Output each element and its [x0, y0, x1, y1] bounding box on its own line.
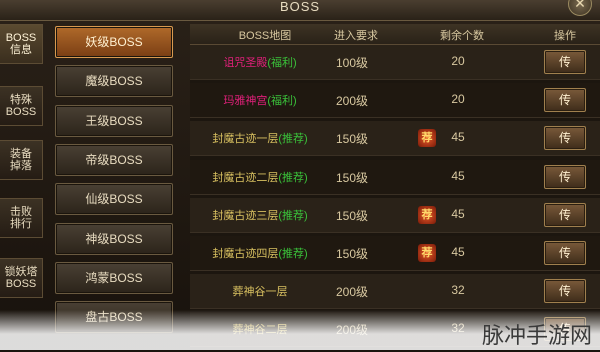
table-header: BOSS地图 进入要求 剩余个数 操作	[190, 24, 600, 45]
teleport-button[interactable]: 传	[544, 50, 586, 74]
header-map: BOSS地图	[238, 30, 292, 42]
map-tag: (福利)	[267, 57, 297, 69]
requirement-cell: 150级	[335, 132, 369, 147]
map-cell: 封魔古迹三层(推荐)	[190, 207, 330, 223]
requirement-cell: 100级	[335, 56, 369, 70]
map-cell: 诅咒圣殿(福利)	[190, 54, 330, 70]
table-row: 诅咒圣殿(福利) 100级 20 传	[190, 45, 600, 80]
requirement-cell: 200级	[335, 285, 369, 300]
map-cell: 封魔古迹四层(推荐)	[190, 245, 330, 261]
header-action: 操作	[554, 30, 576, 42]
boss-type-list: 妖级BOSS 魔级BOSS 王级BOSS 帝级BOSS 仙级BOSS 神级BOSS 鸿蒙BO…	[48, 22, 180, 352]
teleport-button[interactable]: 传	[544, 164, 586, 189]
map-cell: 封魔古迹一层(推荐)	[190, 130, 330, 146]
teleport-button[interactable]: 传	[544, 202, 586, 227]
map-name: 诅咒圣殿	[223, 57, 268, 69]
remaining-cell: 45	[451, 168, 465, 183]
table-row: 玛雅神宫(福利) 200级 20 传	[190, 83, 600, 119]
remaining-cell: 32	[451, 283, 465, 298]
map-tag: (推荐)	[278, 248, 308, 260]
map-name: 葬神谷一层	[232, 286, 288, 299]
watermark-text: 脉冲手游网	[481, 324, 592, 349]
teleport-button[interactable]: 传	[544, 241, 586, 265]
teleport-button[interactable]: 传	[544, 279, 586, 304]
header-remaining: 剩余个数	[440, 30, 484, 42]
requirement-cell: 150级	[335, 208, 369, 223]
table-row: 封魔古迹四层(推荐) 150级荐 45 传	[190, 236, 600, 271]
side-tab[interactable]: 特殊 BOSS	[0, 86, 43, 126]
requirement-cell: 200级	[335, 94, 369, 109]
map-name: 封魔古迹二层	[212, 171, 279, 184]
action-cell: 传	[530, 126, 600, 151]
action-cell: 传	[530, 164, 600, 189]
boss-type-button[interactable]: 鸿蒙BOSS	[55, 261, 173, 294]
table-row: 封魔古迹一层(推荐) 150级荐 45 传	[190, 121, 600, 157]
boss-type-button[interactable]: 帝级BOSS	[55, 143, 173, 176]
boss-table: BOSS地图 进入要求 剩余个数 操作 诅咒圣殿(福利) 100级 20 传玛雅神宫(…	[190, 24, 600, 350]
table-row: 封魔古迹三层(推荐) 150级荐 45 传	[190, 197, 600, 233]
map-name: 玛雅神宫	[223, 95, 268, 108]
action-cell: 传	[530, 88, 600, 113]
boss-type-button[interactable]: 妖级BOSS	[55, 26, 173, 58]
boss-type-button[interactable]: 神级BOSS	[55, 222, 173, 255]
action-cell: 传	[530, 202, 600, 227]
map-tag: (推荐)	[278, 133, 308, 146]
map-name: 封魔古迹三层	[212, 209, 279, 222]
remaining-cell: 45	[451, 245, 465, 259]
side-tab[interactable]: BOSS 信息	[0, 24, 43, 64]
map-cell: 葬神谷一层	[190, 283, 330, 299]
side-tab[interactable]: 击败 排行	[0, 198, 43, 238]
side-tab[interactable]: 装备 掉落	[0, 140, 43, 180]
remaining-cell: 20	[451, 92, 465, 107]
action-cell: 传	[530, 50, 600, 74]
action-cell: 传	[530, 241, 600, 265]
remaining-cell: 20	[451, 54, 465, 68]
side-tab[interactable]: 锁妖塔 BOSS	[0, 258, 43, 298]
map-tag: (福利)	[267, 95, 297, 108]
map-tag: (推荐)	[278, 209, 308, 222]
requirement-cell: 150级	[335, 170, 369, 185]
teleport-button[interactable]: 传	[544, 126, 586, 151]
map-name: 封魔古迹四层	[212, 248, 279, 260]
map-tag: (推荐)	[278, 171, 308, 184]
table-row: 封魔古迹二层(推荐) 150级 45 传	[190, 159, 600, 195]
title-bar: BOSS ✕	[0, 0, 600, 21]
teleport-button[interactable]: 传	[544, 88, 586, 113]
remaining-cell: 45	[451, 130, 465, 145]
map-cell: 封魔古迹二层(推荐)	[190, 169, 330, 185]
remaining-cell: 45	[451, 206, 465, 221]
header-requirement: 进入要求	[334, 30, 378, 42]
map-name: 封魔古迹一层	[212, 133, 279, 146]
boss-type-button[interactable]: 魔级BOSS	[55, 65, 173, 98]
table-row: 葬神谷一层 200级 32 传	[190, 274, 600, 310]
boss-type-button[interactable]: 仙级BOSS	[55, 183, 173, 216]
boss-type-button[interactable]: 王级BOSS	[55, 104, 173, 137]
requirement-cell: 150级	[335, 247, 369, 261]
window-title: BOSS	[279, 0, 321, 14]
boss-window: BOSS ✕ BOSS 信息 特殊 BOSS 装备 掉落 击败 排行 锁妖塔 BOSS …	[0, 0, 600, 350]
map-cell: 玛雅神宫(福利)	[190, 92, 330, 108]
action-cell: 传	[530, 279, 600, 304]
watermark: 脉冲手游网	[0, 310, 600, 350]
